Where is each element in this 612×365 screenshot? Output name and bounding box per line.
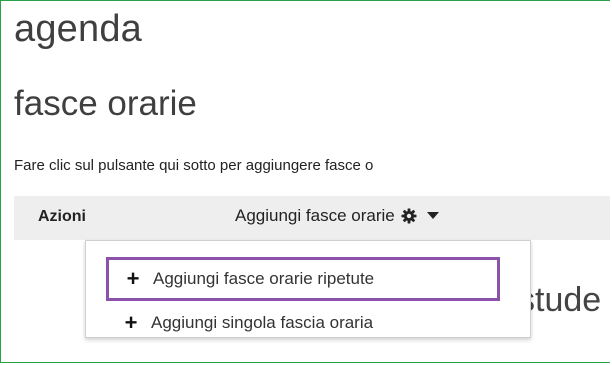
plus-icon: + — [124, 310, 138, 335]
menu-item-label: Aggiungi fasce orarie ripetute — [153, 269, 375, 288]
gear-icon — [401, 208, 417, 224]
intro-text: Fare clic sul pulsante qui sotto per agg… — [14, 157, 374, 174]
dropdown-menu: + Aggiungi fasce orarie ripetute + Aggiu… — [85, 240, 531, 338]
menu-item-add-single-slot[interactable]: + Aggiungi singola fascia oraria — [121, 303, 374, 343]
dropdown-label: Aggiungi fasce orarie — [235, 206, 395, 225]
actions-label: Azioni — [38, 208, 86, 225]
menu-item-add-repeated-slots[interactable]: + Aggiungi fasce orarie ripetute — [106, 257, 500, 301]
plus-icon: + — [126, 266, 140, 291]
actions-bar: Azioni Aggiungi fasce orarie — [14, 196, 610, 240]
add-time-slots-dropdown[interactable]: Aggiungi fasce orarie — [235, 206, 439, 226]
page-title: agenda — [14, 8, 143, 50]
menu-item-label: Aggiungi singola fascia oraria — [151, 313, 374, 332]
caret-down-icon — [426, 212, 439, 220]
section-title: fasce orarie — [14, 84, 197, 123]
